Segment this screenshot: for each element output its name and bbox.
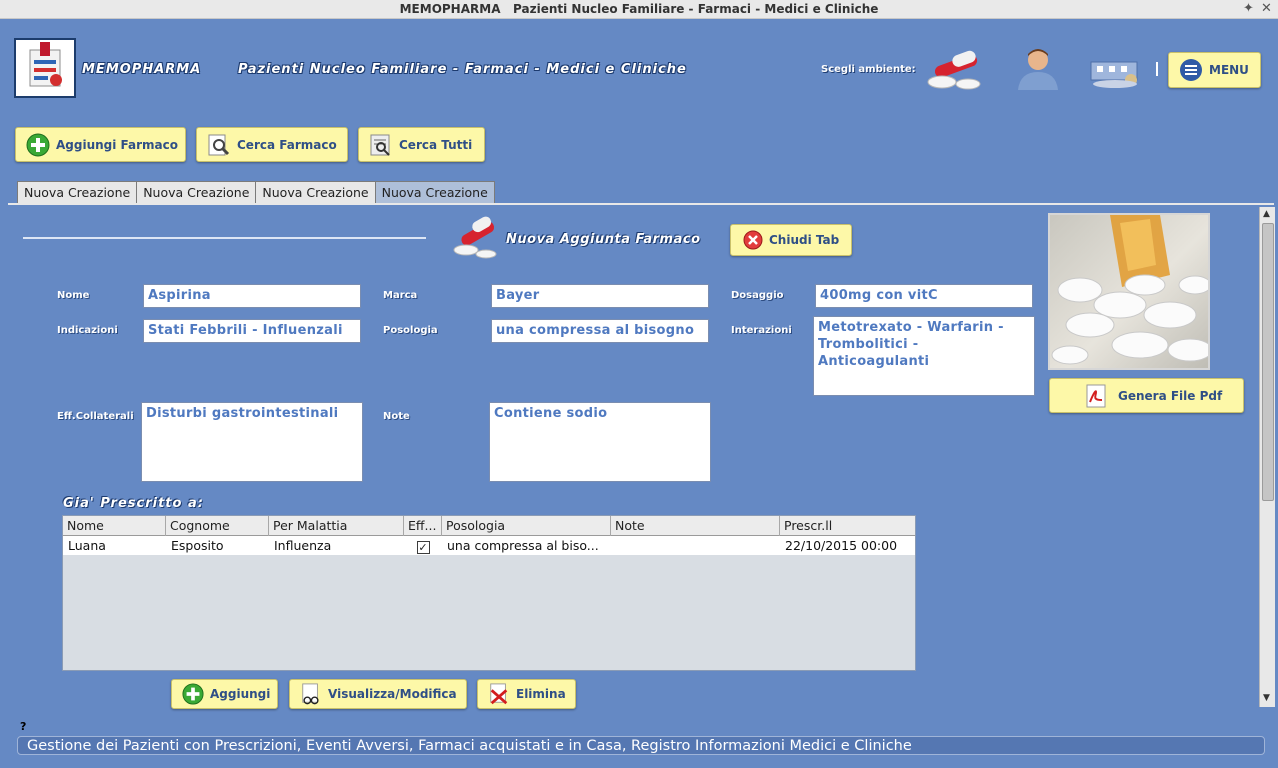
column-header-prescr[interactable]: Prescr.ll	[780, 516, 915, 536]
status-bar: Gestione dei Pazienti con Prescrizioni, …	[17, 736, 1265, 755]
note-field[interactable]: Contiene sodio	[489, 402, 711, 482]
patient-icon[interactable]	[1012, 46, 1070, 92]
close-tab-label: Chiudi Tab	[769, 233, 840, 247]
posologia-field[interactable]: una compressa al bisogno	[491, 319, 709, 343]
window-title: MEMOPHARMA Pazienti Nucleo Familiare - F…	[0, 2, 1278, 16]
label-nome: Nome	[57, 290, 90, 301]
menu-icon	[1180, 59, 1202, 81]
tab-nuova-creazione-3[interactable]: Nuova Creazione	[255, 181, 376, 203]
prescriptions-title: Gia' Prescritto a:	[63, 496, 204, 511]
generate-pdf-label: Genera File Pdf	[1118, 388, 1223, 403]
cell-posologia: una compressa al biso...	[447, 538, 599, 553]
drug-icon	[453, 216, 497, 259]
help-icon[interactable]: ?	[20, 720, 26, 733]
menu-label: MENU	[1209, 63, 1249, 77]
app-logo-icon	[14, 38, 76, 98]
env-label: Scegli ambiente:	[821, 64, 916, 75]
drug-photo	[1048, 213, 1210, 370]
indicazioni-field[interactable]: Stati Febbrili - Influenzali	[143, 319, 361, 343]
vertical-scrollbar[interactable]: ▲ ▼	[1259, 207, 1275, 707]
add-prescription-label: Aggiungi	[210, 687, 271, 701]
form-title: Nuova Aggiunta Farmaco	[506, 232, 701, 247]
search-all-icon	[370, 134, 390, 156]
pdf-icon	[1086, 384, 1106, 407]
eff-checkbox[interactable]: ✓	[416, 541, 430, 554]
search-all-button[interactable]: Cerca Tutti	[358, 127, 485, 162]
cell-prescr: 22/10/2015 00:00	[785, 538, 898, 553]
delete-icon	[490, 683, 508, 705]
view-edit-button[interactable]: Visualizza/Modifica	[289, 679, 467, 709]
cell-nome: Luana	[68, 538, 106, 553]
label-marca: Marca	[383, 290, 418, 301]
label-interazioni: Interazioni	[731, 325, 792, 336]
search-icon	[208, 134, 230, 155]
tab-nuova-creazione-4[interactable]: Nuova Creazione	[374, 181, 495, 203]
label-eff-collaterali: Eff.Collaterali	[57, 411, 134, 422]
add-prescription-button[interactable]: Aggiungi	[171, 679, 278, 709]
close-tab-button[interactable]: Chiudi Tab	[730, 224, 852, 256]
column-header-posologia[interactable]: Posologia	[442, 516, 611, 536]
cell-note	[611, 536, 780, 555]
label-posologia: Posologia	[383, 325, 438, 336]
add-icon	[26, 133, 50, 156]
tab-nuova-creazione-1[interactable]: Nuova Creazione	[17, 181, 138, 203]
form-divider	[23, 237, 426, 239]
generate-pdf-button[interactable]: Genera File Pdf	[1049, 378, 1244, 413]
scroll-thumb[interactable]	[1262, 223, 1274, 501]
pills-icon[interactable]	[924, 46, 982, 92]
prescriptions-table: Nome Cognome Per Malattia Eff... Posolog…	[62, 515, 916, 671]
scroll-down-icon[interactable]: ▼	[1263, 693, 1270, 703]
close-tab-icon	[743, 230, 763, 250]
label-indicazioni: Indicazioni	[57, 325, 118, 336]
view-edit-label: Visualizza/Modifica	[328, 687, 457, 701]
clinic-icon[interactable]	[1085, 46, 1143, 92]
close-icon[interactable]: ✕	[1261, 1, 1272, 16]
label-dosaggio: Dosaggio	[731, 290, 784, 301]
view-edit-icon	[302, 683, 319, 705]
brand-name: MEMOPHARMA	[82, 62, 202, 77]
eff-collaterali-field[interactable]: Disturbi gastrointestinali	[141, 402, 363, 482]
column-header-note[interactable]: Note	[611, 516, 780, 536]
column-header-cognome[interactable]: Cognome	[166, 516, 269, 536]
interazioni-field[interactable]: Metotrexato - Warfarin - Trombolitici - …	[813, 316, 1035, 396]
marca-field[interactable]: Bayer	[491, 284, 709, 308]
add-icon	[182, 683, 204, 705]
search-drug-button[interactable]: Cerca Farmaco	[196, 127, 348, 162]
column-header-malattia[interactable]: Per Malattia	[269, 516, 404, 536]
add-drug-button[interactable]: Aggiungi Farmaco	[15, 127, 186, 162]
header-separator	[1156, 62, 1158, 76]
menu-button[interactable]: MENU	[1168, 52, 1261, 88]
column-header-nome[interactable]: Nome	[63, 516, 166, 536]
table-row[interactable]: Luana Esposito Influenza ✓ una compressa…	[63, 536, 915, 555]
cell-eff: ✓	[404, 536, 442, 555]
tab-divider	[8, 203, 1274, 205]
add-drug-label: Aggiungi Farmaco	[56, 137, 179, 152]
tab-nuova-creazione-2[interactable]: Nuova Creazione	[136, 181, 257, 203]
column-header-eff[interactable]: Eff...	[404, 516, 442, 536]
search-drug-label: Cerca Farmaco	[237, 137, 337, 152]
window-title-app: MEMOPHARMA	[399, 2, 501, 16]
delete-prescription-button[interactable]: Elimina	[477, 679, 576, 709]
nome-field[interactable]: Aspirina	[143, 284, 361, 308]
tab-bar: Nuova Creazione Nuova Creazione Nuova Cr…	[17, 181, 495, 203]
label-note: Note	[383, 411, 410, 422]
dosaggio-field[interactable]: 400mg con vitC	[815, 284, 1033, 308]
scroll-up-icon[interactable]: ▲	[1263, 209, 1270, 219]
window-title-rest: Pazienti Nucleo Familiare - Farmaci - Me…	[513, 2, 879, 16]
search-all-label: Cerca Tutti	[399, 137, 473, 152]
app-subtitle: Pazienti Nucleo Familiare - Farmaci - Me…	[238, 62, 687, 77]
cell-cognome: Esposito	[171, 538, 224, 553]
minimize-icon[interactable]: ✦	[1243, 1, 1254, 16]
table-header: Nome Cognome Per Malattia Eff... Posolog…	[63, 516, 915, 536]
cell-malattia: Influenza	[274, 538, 332, 553]
window-titlebar: MEMOPHARMA Pazienti Nucleo Familiare - F…	[0, 0, 1278, 19]
delete-prescription-label: Elimina	[516, 687, 566, 701]
